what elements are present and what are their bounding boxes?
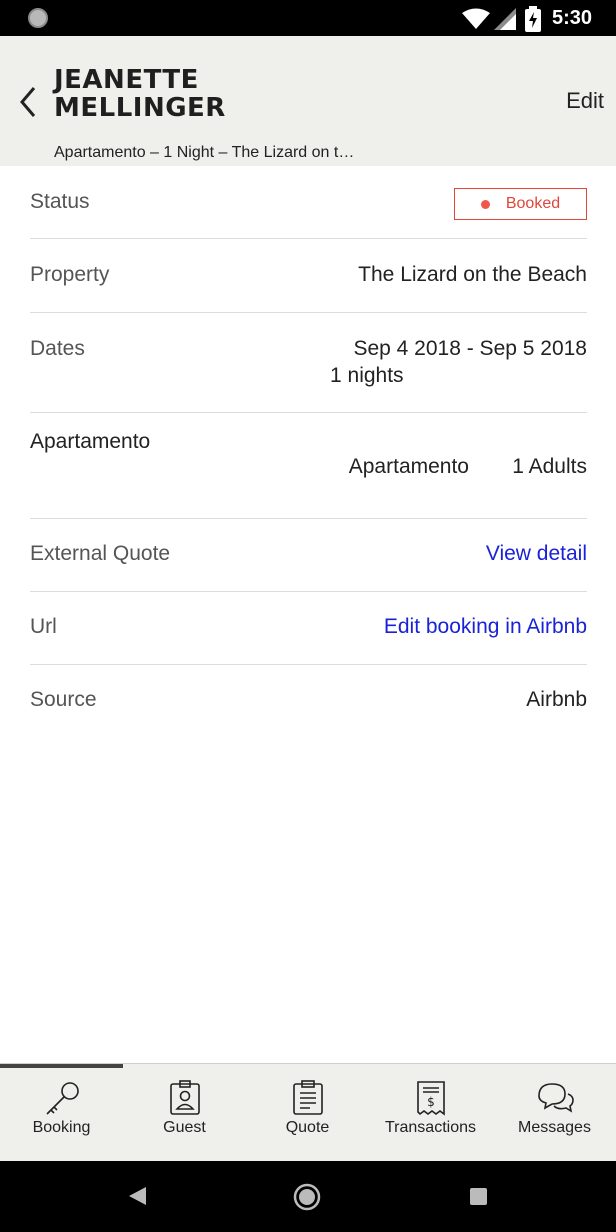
svg-text:$: $: [427, 1095, 435, 1109]
status-row: Status Booked: [30, 166, 587, 239]
status-label: Status: [30, 190, 90, 213]
chat-bubbles-icon: [537, 1083, 574, 1113]
external-quote-row: External Quote View detail: [30, 519, 587, 592]
system-navigation-bar: [0, 1161, 616, 1232]
system-recents-icon[interactable]: [469, 1187, 488, 1206]
tab-transactions-label: Transactions: [385, 1119, 476, 1136]
source-value: Airbnb: [526, 688, 587, 711]
tab-booking-label: Booking: [32, 1119, 91, 1136]
status-badge-text: Booked: [505, 195, 561, 212]
edit-booking-link[interactable]: Edit booking in Airbnb: [384, 615, 587, 639]
status-badge: Booked: [454, 188, 587, 220]
wifi-icon: [462, 8, 490, 29]
title-line-first: JEANETTE: [54, 65, 199, 95]
tab-messages[interactable]: Messages: [493, 1064, 616, 1162]
header: JEANETTE MELLINGER Edit Apartamento – 1 …: [0, 36, 616, 166]
room-type-label: Apartamento: [30, 430, 151, 453]
system-back-icon[interactable]: [126, 1185, 148, 1207]
tab-quote-label: Quote: [285, 1119, 330, 1136]
property-row: Property The Lizard on the Beach: [30, 239, 587, 313]
key-icon: [45, 1082, 79, 1115]
guest-badge-icon: [169, 1080, 200, 1115]
url-label: Url: [30, 615, 57, 638]
tab-transactions[interactable]: $ Transactions: [369, 1064, 492, 1162]
room-guests: 1 Adults: [512, 455, 587, 478]
dates-row: Dates Sep 4 2018 - Sep 5 2018 1 nights: [30, 313, 587, 413]
room-unit: Apartamento: [348, 455, 469, 478]
source-row: Source Airbnb: [30, 665, 587, 738]
property-value: The Lizard on the Beach: [358, 263, 587, 286]
room-row: Apartamento Apartamento 1 Adults: [30, 413, 587, 519]
tab-messages-label: Messages: [518, 1119, 591, 1136]
edit-button[interactable]: Edit: [566, 88, 604, 114]
status-time: 5:30: [552, 7, 593, 29]
title-line-last: MELLINGER: [54, 93, 226, 123]
signal-icon: [494, 8, 516, 30]
dates-label: Dates: [30, 337, 85, 360]
tab-guest-label: Guest: [163, 1119, 206, 1136]
tab-guest[interactable]: Guest: [123, 1064, 246, 1162]
clipboard-icon: [292, 1080, 323, 1115]
external-quote-label: External Quote: [30, 542, 171, 565]
status-dot-icon: [480, 199, 490, 209]
dates-range: Sep 4 2018 - Sep 5 2018: [353, 337, 587, 360]
system-home-icon[interactable]: [292, 1182, 322, 1212]
booking-subtitle: Apartamento – 1 Night – The Lizard on t…: [54, 144, 355, 161]
url-row: Url Edit booking in Airbnb: [30, 592, 587, 665]
property-label: Property: [30, 263, 110, 286]
battery-charging-icon: [525, 6, 541, 32]
tab-booking[interactable]: Booking: [0, 1064, 123, 1162]
guest-name-title: JEANETTE MELLINGER: [54, 66, 226, 122]
status-bar: 5:30: [0, 0, 616, 36]
source-label: Source: [30, 688, 97, 711]
dates-nights: 1 nights: [330, 364, 404, 387]
back-arrow-icon[interactable]: [14, 82, 48, 122]
notification-icon: [28, 8, 48, 28]
view-detail-link[interactable]: View detail: [486, 542, 587, 566]
receipt-icon: $: [416, 1081, 445, 1116]
bottom-navigation: Booking Guest Quote $ Transactions Messa…: [0, 1063, 616, 1161]
tab-quote[interactable]: Quote: [246, 1064, 369, 1162]
